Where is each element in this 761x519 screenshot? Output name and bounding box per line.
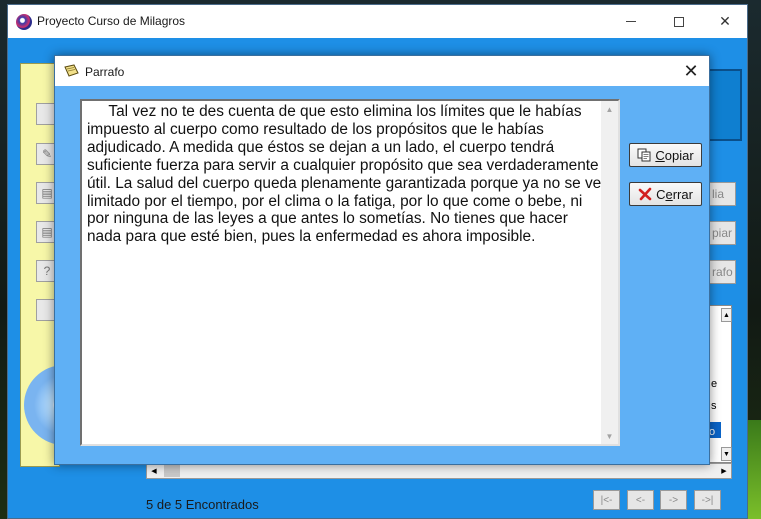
bg-button-label: lia bbox=[712, 187, 725, 201]
bg-button-1[interactable]: lia bbox=[709, 182, 736, 206]
nav-label: |<- bbox=[600, 494, 613, 506]
main-title-bar[interactable]: Proyecto Curso de Milagros ✕ bbox=[8, 5, 747, 38]
results-count: 5 de 5 Encontrados bbox=[146, 497, 259, 512]
minimize-icon bbox=[626, 21, 636, 22]
dialog-close-button[interactable]: ✕ bbox=[679, 60, 703, 82]
copy-button-label: Copiar bbox=[655, 148, 693, 163]
scroll-left-icon[interactable]: ◀ bbox=[147, 464, 161, 478]
bg-button-3[interactable]: rafo bbox=[709, 260, 736, 284]
book-icon: ✎ bbox=[41, 147, 53, 161]
scroll-down-button[interactable]: ▼ bbox=[721, 447, 732, 461]
scroll-right-icon[interactable]: ▶ bbox=[717, 464, 731, 478]
close-button-label: Cerrar bbox=[656, 187, 693, 202]
help-label: ? bbox=[43, 264, 51, 278]
dialog-title-bar[interactable]: Parrafo ✕ bbox=[55, 56, 709, 86]
nav-first-button[interactable]: |<- bbox=[593, 490, 620, 510]
list-item-selected[interactable]: o bbox=[709, 422, 721, 438]
bg-button-label: piar bbox=[712, 226, 733, 240]
close-dialog-button[interactable]: Cerrar bbox=[629, 182, 702, 206]
red-x-icon bbox=[638, 187, 652, 201]
list-item[interactable]: e bbox=[711, 378, 717, 390]
results-list[interactable]: ▲ e s o ▼ bbox=[708, 305, 732, 463]
book-icon: ▤ bbox=[41, 186, 53, 200]
nav-label: <- bbox=[635, 494, 646, 506]
scroll-down-icon[interactable]: ▼ bbox=[601, 428, 618, 444]
textbox-scrollbar[interactable]: ▲ ▼ bbox=[601, 101, 618, 444]
minimize-button[interactable] bbox=[608, 5, 654, 38]
scroll-up-button[interactable]: ▲ bbox=[721, 308, 732, 322]
maximize-button[interactable] bbox=[656, 5, 702, 38]
nav-next-button[interactable]: -> bbox=[660, 490, 687, 510]
paragraph-textbox[interactable]: Tal vez no te des cuenta de que esto eli… bbox=[80, 99, 620, 446]
copy-rest: opiar bbox=[664, 147, 694, 163]
close-button[interactable]: ✕ bbox=[702, 5, 748, 38]
close-rest: rrar bbox=[672, 186, 693, 202]
dialog-title: Parrafo bbox=[85, 65, 125, 79]
copy-button[interactable]: Copiar bbox=[629, 143, 702, 167]
maximize-icon bbox=[674, 16, 684, 27]
close-icon: ✕ bbox=[719, 13, 731, 29]
parrafo-dialog: Parrafo ✕ Tal vez no te des cuenta de qu… bbox=[54, 55, 710, 465]
nav-prev-button[interactable]: <- bbox=[627, 490, 654, 510]
close-icon: ✕ bbox=[683, 61, 699, 81]
scroll-thumb[interactable] bbox=[164, 465, 180, 477]
book-icon: ▤ bbox=[41, 225, 53, 239]
nav-label: ->| bbox=[701, 494, 714, 506]
horizontal-scrollbar[interactable]: ◀ ▶ bbox=[146, 463, 732, 479]
nav-last-button[interactable]: ->| bbox=[694, 490, 721, 510]
copy-accel: C bbox=[655, 147, 665, 163]
copy-icon bbox=[637, 148, 651, 162]
nav-label: -> bbox=[668, 494, 679, 506]
main-window-title: Proyecto Curso de Milagros bbox=[37, 14, 186, 28]
close-accel: e bbox=[665, 186, 673, 202]
list-item[interactable]: s bbox=[711, 400, 717, 412]
paragraph-text[interactable]: Tal vez no te des cuenta de que esto eli… bbox=[87, 103, 602, 246]
bg-button-2[interactable]: piar bbox=[709, 221, 736, 245]
note-icon bbox=[64, 64, 79, 77]
bg-button-label: rafo bbox=[712, 265, 733, 279]
app-logo-icon bbox=[16, 14, 32, 30]
right-panel bbox=[708, 69, 742, 141]
scroll-up-icon[interactable]: ▲ bbox=[601, 101, 618, 117]
